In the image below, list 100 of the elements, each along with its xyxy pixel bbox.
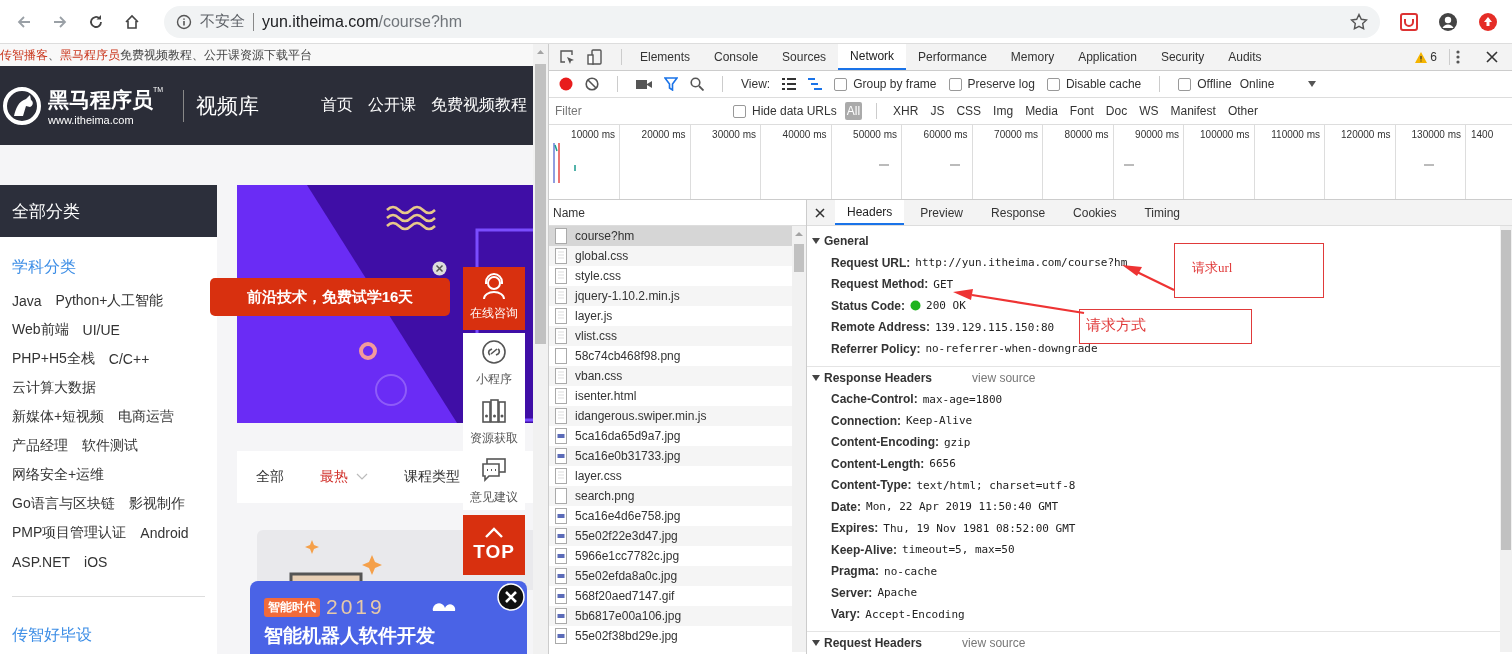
type-filter[interactable]: Img: [991, 102, 1016, 120]
category-link[interactable]: 云计算大数据: [12, 378, 96, 397]
type-filter[interactable]: WS: [1137, 102, 1161, 120]
panel-tab[interactable]: Application: [1066, 44, 1149, 70]
category-link[interactable]: Go语言与区块链: [12, 494, 115, 513]
close-icon[interactable]: [1486, 51, 1498, 63]
view-source-link[interactable]: view source: [972, 370, 1036, 385]
type-filter[interactable]: CSS: [954, 102, 984, 120]
detail-tab[interactable]: Timing: [1132, 200, 1192, 225]
promo-ribbon[interactable]: 前沿技术，免费试学16天: [210, 278, 450, 316]
request-row[interactable]: vlist.css: [549, 326, 792, 346]
filter-icon[interactable]: [664, 77, 678, 91]
update-icon[interactable]: [1478, 11, 1498, 32]
category-link[interactable]: Web前端: [12, 320, 69, 339]
request-row[interactable]: course?hm: [549, 226, 792, 246]
more-icon[interactable]: [1456, 50, 1460, 64]
category-link[interactable]: 影视制作: [128, 494, 185, 513]
back-to-top-button[interactable]: TOP: [463, 515, 525, 575]
request-row[interactable]: idangerous.swiper.min.js: [549, 406, 792, 426]
request-row[interactable]: 55e02efda8a0c.jpg: [549, 566, 792, 586]
type-filter[interactable]: XHR: [891, 102, 921, 120]
category-link[interactable]: 软件测试: [82, 436, 138, 455]
category-link[interactable]: iOS: [84, 553, 108, 570]
category-link[interactable]: ASP.NET: [12, 553, 71, 570]
address-bar[interactable]: 不安全 yun.itheima.com/course?hm: [164, 5, 1380, 38]
detail-tab[interactable]: Preview: [908, 200, 976, 225]
device-icon[interactable]: [587, 49, 603, 65]
throttling-dropdown[interactable]: Online: [1239, 77, 1317, 91]
nav-link[interactable]: 首页: [321, 95, 354, 116]
panel-tab[interactable]: Audits: [1216, 44, 1274, 70]
filter-tab[interactable]: 全部: [237, 468, 284, 486]
category-link[interactable]: Python+人工智能: [55, 291, 164, 310]
view-source-link[interactable]: view source: [962, 636, 1026, 650]
panel-tab[interactable]: Sources: [770, 44, 839, 70]
detail-tab[interactable]: Cookies: [1061, 200, 1129, 225]
detail-tab[interactable]: Headers: [835, 200, 905, 225]
category-link[interactable]: PHP+H5全栈: [12, 349, 95, 368]
type-filter[interactable]: Manifest: [1168, 102, 1218, 120]
type-filter[interactable]: Doc: [1103, 102, 1130, 120]
inspect-icon[interactable]: [559, 49, 575, 65]
close-icon[interactable]: [815, 207, 825, 218]
filter-tab[interactable]: 最热: [301, 468, 368, 486]
category-link[interactable]: UI/UE: [82, 321, 120, 338]
checkbox[interactable]: Offline: [1178, 77, 1232, 91]
request-row[interactable]: jquery-1.10.2.min.js: [549, 286, 792, 306]
checkbox[interactable]: Hide data URLs: [733, 104, 837, 118]
category-link[interactable]: Android: [140, 524, 189, 541]
waterfall-view-icon[interactable]: [808, 78, 823, 90]
request-row[interactable]: vban.css: [549, 366, 792, 386]
extension-icon[interactable]: [1400, 12, 1418, 31]
section-toggle[interactable]: Response Headers: [812, 370, 933, 385]
checkbox[interactable]: Preserve log: [948, 77, 1035, 91]
profile-icon[interactable]: [1438, 11, 1458, 32]
category-link[interactable]: Java: [12, 292, 42, 309]
ad-banner[interactable]: 智能时代 2019 智能机器人软件开发: [250, 581, 527, 654]
panel-tab[interactable]: Network: [838, 44, 907, 70]
image-file-icon: [555, 448, 567, 464]
section-toggle[interactable]: General: [812, 234, 869, 248]
request-row[interactable]: global.css: [549, 246, 792, 266]
detail-tab[interactable]: Response: [979, 200, 1058, 225]
image-file-icon: [555, 428, 567, 444]
category-link[interactable]: 产品经理: [12, 436, 68, 455]
home-icon[interactable]: [124, 13, 140, 30]
list-view-icon[interactable]: [782, 78, 797, 90]
request-row[interactable]: search.png: [549, 486, 792, 506]
nav-link[interactable]: 公开课: [368, 95, 417, 116]
type-filter[interactable]: JS: [928, 102, 947, 120]
panel-tab[interactable]: Performance: [906, 44, 999, 70]
panel-tab[interactable]: Security: [1148, 44, 1217, 70]
clear-icon[interactable]: [585, 77, 599, 91]
search-icon[interactable]: [690, 77, 704, 91]
star-icon[interactable]: [1350, 12, 1368, 31]
record-button[interactable]: [559, 77, 573, 91]
type-filter[interactable]: Font: [1067, 102, 1096, 120]
request-row[interactable]: 55e02f22e3d47.jpg: [549, 526, 792, 546]
back-icon[interactable]: [16, 13, 32, 30]
category-link[interactable]: 新媒体+短视频: [12, 407, 105, 426]
category-link[interactable]: 电商运营: [118, 407, 175, 426]
type-filter[interactable]: Other: [1225, 102, 1260, 120]
header-value: Mon, 22 Apr 2019 11:50:40 GMT: [866, 500, 1059, 514]
section-toggle[interactable]: Request Headers: [812, 636, 923, 650]
close-icon[interactable]: [432, 261, 447, 276]
category-link[interactable]: PMP项目管理认证: [12, 523, 127, 542]
reload-icon[interactable]: [88, 13, 104, 30]
request-row[interactable]: 5b6817e00a106.jpg: [549, 606, 792, 626]
camera-icon[interactable]: [636, 78, 652, 90]
warning-count[interactable]: 6: [1415, 50, 1437, 64]
checkbox[interactable]: Disable cache: [1046, 77, 1142, 91]
category-link[interactable]: C/C++: [108, 350, 150, 367]
filter-tab[interactable]: 课程类型: [385, 468, 460, 486]
checkbox[interactable]: Group by frame: [834, 77, 937, 91]
panel-tab[interactable]: Elements: [628, 44, 703, 70]
side-tool-button[interactable]: 在线咨询: [463, 267, 525, 330]
request-row[interactable]: 5ca16e0b31733.jpg: [549, 446, 792, 466]
panel-tab[interactable]: Console: [702, 44, 771, 70]
category-link[interactable]: 网络安全+运维: [12, 465, 105, 484]
type-filter[interactable]: Media: [1023, 102, 1060, 120]
panel-tab[interactable]: Memory: [998, 44, 1067, 70]
nav-link[interactable]: 免费视频教程: [431, 95, 528, 116]
forward-icon[interactable]: [52, 13, 68, 30]
